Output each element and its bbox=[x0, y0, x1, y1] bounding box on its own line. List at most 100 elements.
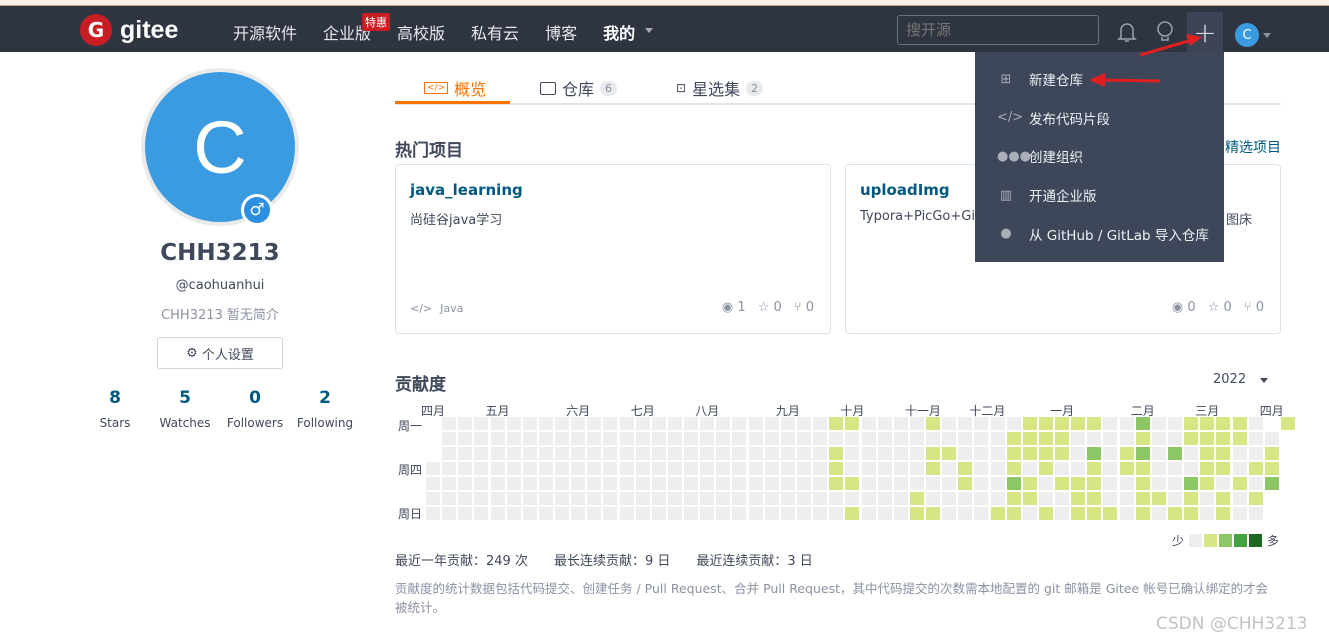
fork-count[interactable]: ⑂ 0 bbox=[794, 300, 814, 315]
heatmap-cell[interactable] bbox=[1071, 447, 1086, 460]
heatmap-cell[interactable] bbox=[1071, 492, 1086, 505]
heatmap-cell[interactable] bbox=[861, 492, 876, 505]
heatmap-cell[interactable] bbox=[1087, 417, 1102, 430]
heatmap-cell[interactable] bbox=[490, 462, 505, 475]
heatmap-cell[interactable] bbox=[1200, 477, 1215, 490]
heatmap-cell[interactable] bbox=[1248, 477, 1263, 490]
heatmap-cell[interactable] bbox=[1103, 462, 1118, 475]
heatmap-cell[interactable] bbox=[1055, 417, 1070, 430]
star-count[interactable]: ☆ 0 bbox=[1208, 300, 1232, 315]
heatmap-cell[interactable] bbox=[813, 477, 828, 490]
heatmap-cell[interactable] bbox=[1135, 447, 1150, 460]
heatmap-cell[interactable] bbox=[1135, 477, 1150, 490]
heatmap-cell[interactable] bbox=[490, 492, 505, 505]
heatmap-cell[interactable] bbox=[442, 507, 457, 520]
heatmap-cell[interactable] bbox=[458, 432, 473, 445]
heatmap-cell[interactable] bbox=[1006, 447, 1021, 460]
heatmap-cell[interactable] bbox=[893, 447, 908, 460]
heatmap-cell[interactable] bbox=[845, 492, 860, 505]
heatmap-cell[interactable] bbox=[1055, 447, 1070, 460]
heatmap-cell[interactable] bbox=[619, 477, 634, 490]
heatmap-cell[interactable] bbox=[990, 432, 1005, 445]
heatmap-cell[interactable] bbox=[926, 477, 941, 490]
heatmap-cell[interactable] bbox=[522, 492, 537, 505]
heatmap-cell[interactable] bbox=[748, 432, 763, 445]
heatmap-cell[interactable] bbox=[716, 417, 731, 430]
heatmap-cell[interactable] bbox=[861, 432, 876, 445]
heatmap-cell[interactable] bbox=[1248, 432, 1263, 445]
heatmap-cell[interactable] bbox=[1167, 492, 1182, 505]
gitee-logo[interactable]: Ggitee bbox=[80, 14, 178, 46]
heatmap-cell[interactable] bbox=[1006, 492, 1021, 505]
heatmap-cell[interactable] bbox=[1071, 477, 1086, 490]
heatmap-cell[interactable] bbox=[442, 477, 457, 490]
menu-create-org[interactable]: ●●● 创建组织 bbox=[975, 137, 1224, 176]
heatmap-cell[interactable] bbox=[651, 477, 666, 490]
heatmap-cell[interactable] bbox=[813, 492, 828, 505]
heatmap-cell[interactable] bbox=[635, 477, 650, 490]
heatmap-cell[interactable] bbox=[942, 492, 957, 505]
heatmap-cell[interactable] bbox=[1022, 507, 1037, 520]
heatmap-cell[interactable] bbox=[764, 507, 779, 520]
heatmap-cell[interactable] bbox=[538, 432, 553, 445]
heatmap-cell[interactable] bbox=[603, 417, 618, 430]
heatmap-cell[interactable] bbox=[732, 462, 747, 475]
profile-avatar[interactable]: C bbox=[141, 68, 299, 226]
heatmap-cell[interactable] bbox=[926, 432, 941, 445]
heatmap-cell[interactable] bbox=[1119, 417, 1134, 430]
stat-following[interactable]: 2 Following bbox=[290, 388, 360, 430]
heatmap-cell[interactable] bbox=[1248, 462, 1263, 475]
heatmap-cell[interactable] bbox=[555, 432, 570, 445]
heatmap-cell[interactable] bbox=[1248, 447, 1263, 460]
heatmap-cell[interactable] bbox=[1055, 492, 1070, 505]
heatmap-cell[interactable] bbox=[1200, 507, 1215, 520]
heatmap-cell[interactable] bbox=[458, 462, 473, 475]
heatmap-cell[interactable] bbox=[1200, 492, 1215, 505]
star-count[interactable]: ☆ 0 bbox=[758, 300, 782, 315]
heatmap-cell[interactable] bbox=[877, 477, 892, 490]
heatmap-cell[interactable] bbox=[490, 447, 505, 460]
heatmap-cell[interactable] bbox=[1119, 432, 1134, 445]
heatmap-cell[interactable] bbox=[861, 447, 876, 460]
heatmap-cell[interactable] bbox=[603, 507, 618, 520]
heatmap-cell[interactable] bbox=[1216, 417, 1231, 430]
heatmap-cell[interactable] bbox=[845, 477, 860, 490]
heatmap-cell[interactable] bbox=[538, 447, 553, 460]
year-select[interactable]: 2022 bbox=[1213, 372, 1246, 387]
heatmap-cell[interactable] bbox=[571, 462, 586, 475]
heatmap-cell[interactable] bbox=[1135, 492, 1150, 505]
heatmap-cell[interactable] bbox=[764, 492, 779, 505]
heatmap-cell[interactable] bbox=[506, 477, 521, 490]
heatmap-cell[interactable] bbox=[958, 462, 973, 475]
menu-new-snippet[interactable]: </> 发布代码片段 bbox=[975, 99, 1224, 138]
tab-repos[interactable]: 仓库 6 bbox=[540, 76, 618, 100]
heatmap-cell[interactable] bbox=[667, 417, 682, 430]
menu-enterprise[interactable]: ▥ 开通企业版 bbox=[975, 176, 1224, 215]
heatmap-cell[interactable] bbox=[909, 462, 924, 475]
heatmap-cell[interactable] bbox=[877, 417, 892, 430]
heatmap-cell[interactable] bbox=[474, 492, 489, 505]
heatmap-cell[interactable] bbox=[474, 507, 489, 520]
heatmap-cell[interactable] bbox=[1006, 462, 1021, 475]
heatmap-cell[interactable] bbox=[1006, 417, 1021, 430]
heatmap-cell[interactable] bbox=[796, 417, 811, 430]
heatmap-cell[interactable] bbox=[458, 447, 473, 460]
heatmap-cell[interactable] bbox=[732, 492, 747, 505]
heatmap-cell[interactable] bbox=[684, 462, 699, 475]
heatmap-cell[interactable] bbox=[1135, 462, 1150, 475]
heatmap-cell[interactable] bbox=[474, 462, 489, 475]
heatmap-cell[interactable] bbox=[587, 417, 602, 430]
heatmap-cell[interactable] bbox=[990, 507, 1005, 520]
heatmap-cell[interactable] bbox=[764, 477, 779, 490]
heatmap-cell[interactable] bbox=[1200, 417, 1215, 430]
fork-count[interactable]: ⑂ 0 bbox=[1244, 300, 1264, 315]
heatmap-cell[interactable] bbox=[603, 492, 618, 505]
watch-count[interactable]: ◉ 0 bbox=[1172, 300, 1196, 315]
heatmap-cell[interactable] bbox=[796, 447, 811, 460]
heatmap-cell[interactable] bbox=[522, 432, 537, 445]
heatmap-cell[interactable] bbox=[635, 432, 650, 445]
heatmap-cell[interactable] bbox=[829, 417, 844, 430]
heatmap-cell[interactable] bbox=[990, 462, 1005, 475]
nav-open-source[interactable]: 开源软件 bbox=[233, 20, 297, 44]
heatmap-cell[interactable] bbox=[845, 417, 860, 430]
